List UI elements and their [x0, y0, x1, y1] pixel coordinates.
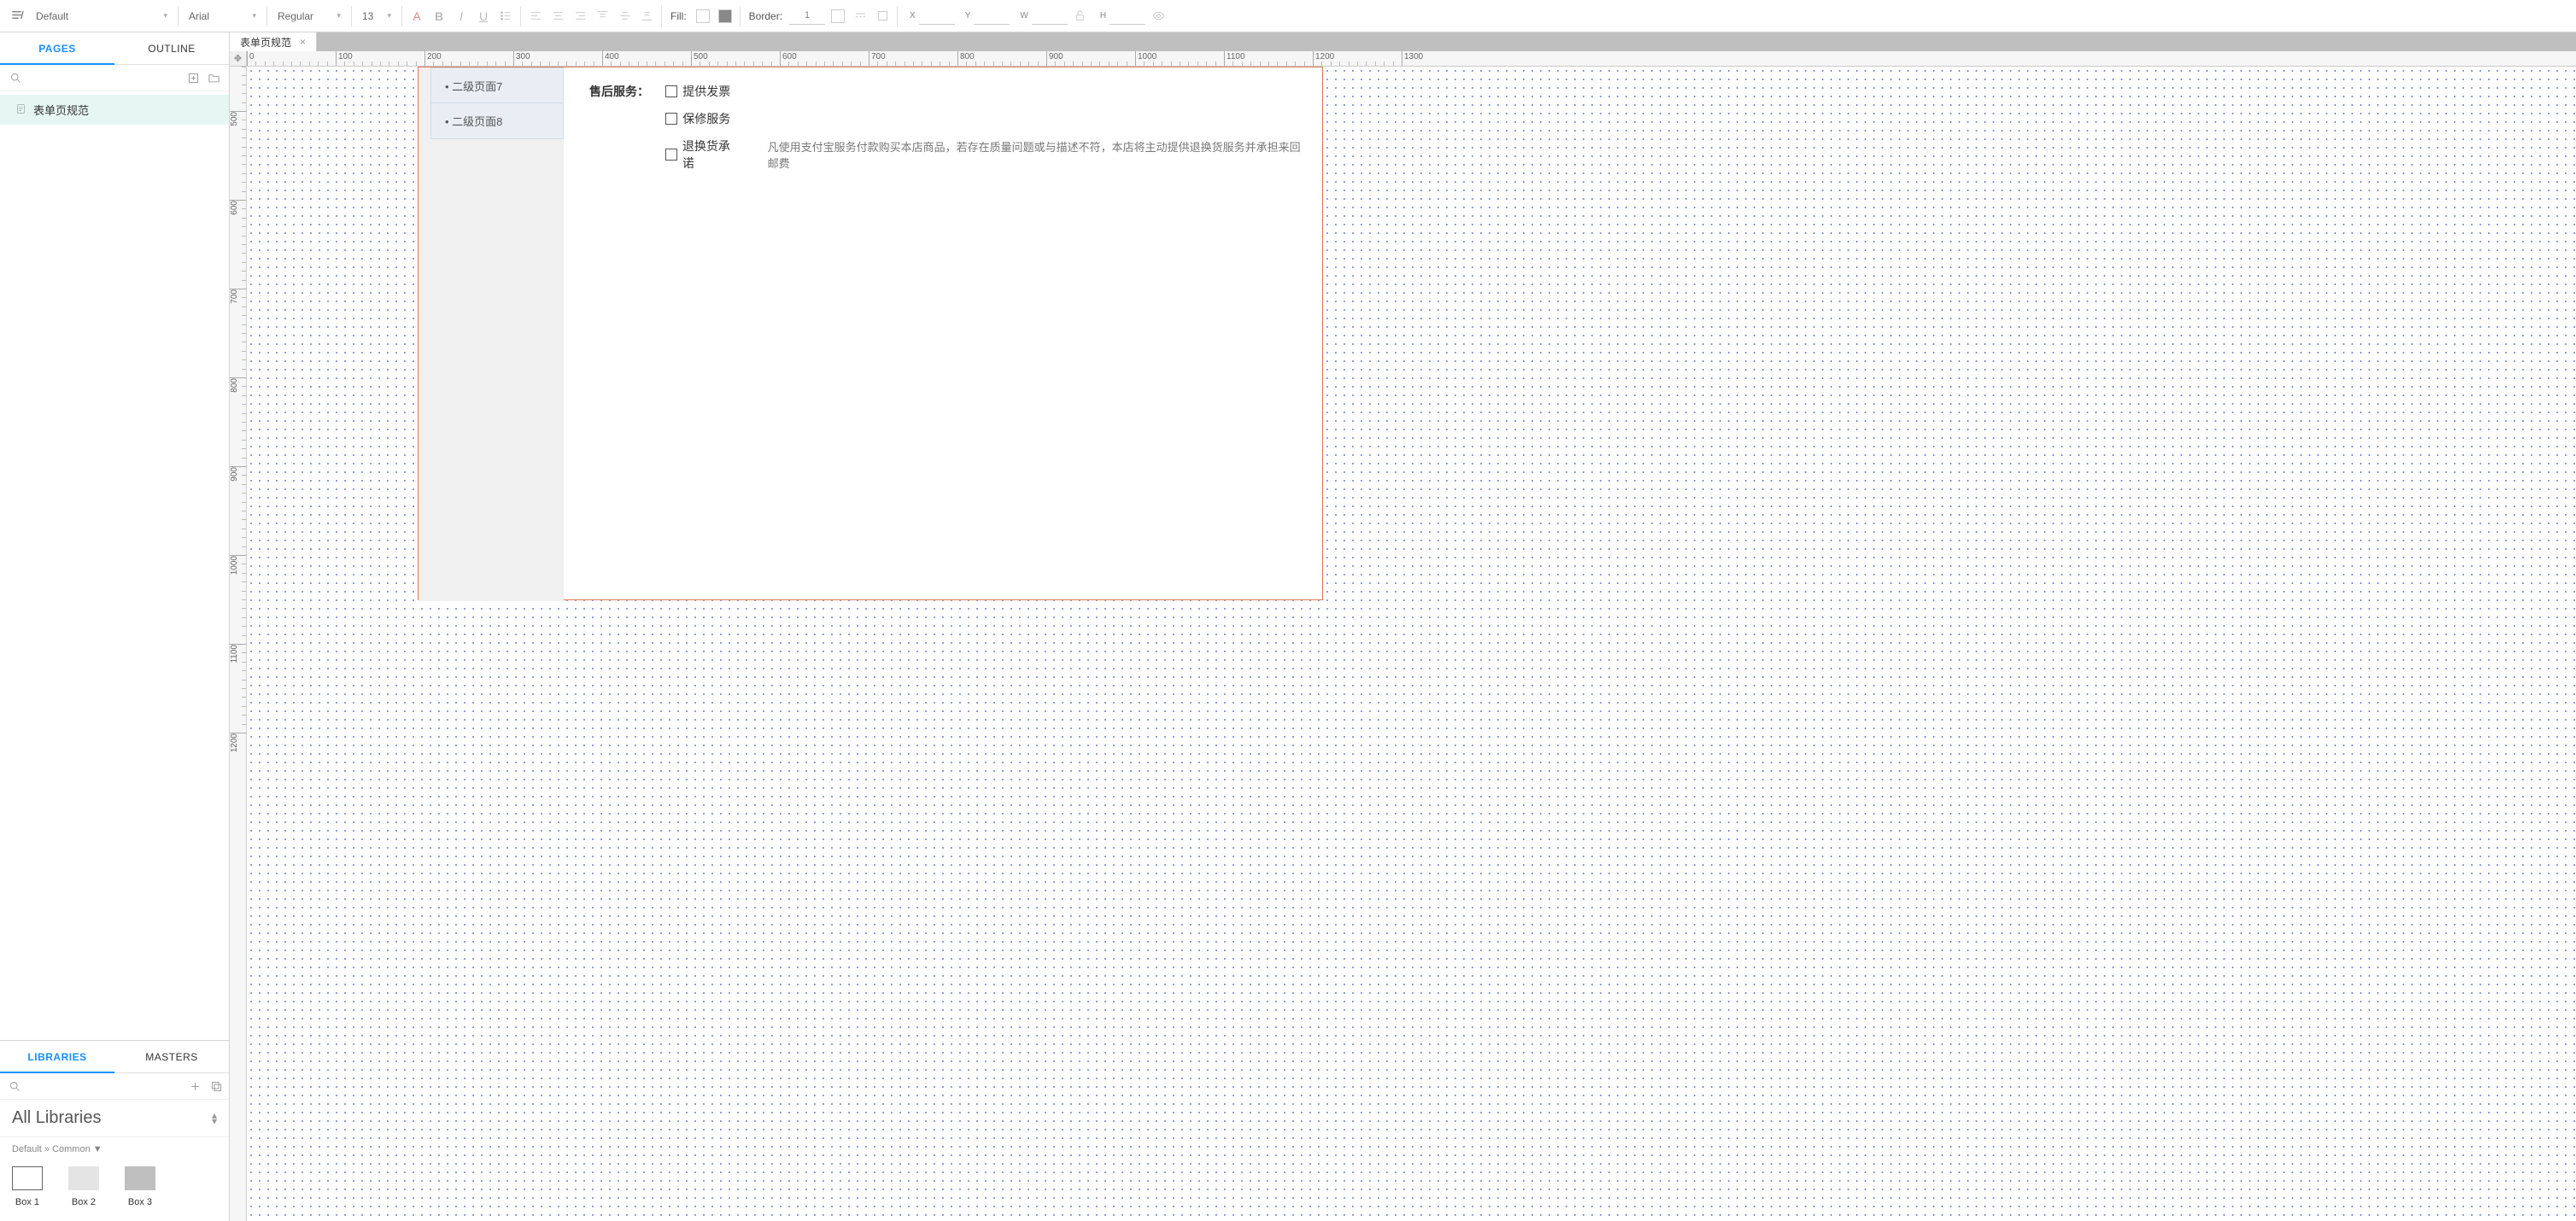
- w-label: W: [1020, 11, 1027, 20]
- checkbox[interactable]: [665, 113, 677, 125]
- checkbox-row: 退换货承诺凡使用支付宝服务付款购买本店商品，若存在质量问题或与描述不符，本店将主…: [665, 137, 1305, 172]
- align-center-icon[interactable]: [547, 5, 569, 27]
- border-sides-icon[interactable]: [871, 5, 893, 27]
- stepper-icon: ▴▾: [212, 1113, 217, 1125]
- valign-middle-icon[interactable]: [613, 5, 635, 27]
- weight-value: Regular: [278, 10, 313, 22]
- ruler-origin-icon[interactable]: ✥: [230, 51, 247, 67]
- library-item[interactable]: Box 3: [125, 1166, 155, 1207]
- duplicate-icon[interactable]: [210, 1078, 223, 1094]
- tab-outline[interactable]: OUTLINE: [114, 32, 229, 65]
- bold-icon[interactable]: B: [428, 5, 450, 27]
- widget-shape: [68, 1166, 99, 1190]
- document-tab[interactable]: 表单页规范 ×: [230, 32, 317, 51]
- x-input[interactable]: [919, 8, 955, 25]
- document-tabs: 表单页规范 ×: [230, 32, 2576, 51]
- italic-icon[interactable]: I: [450, 5, 472, 27]
- size-value: 13: [362, 10, 373, 22]
- libraries-search-input[interactable]: [30, 1080, 180, 1093]
- border-style-icon[interactable]: [849, 5, 871, 27]
- add-library-icon[interactable]: [189, 1078, 202, 1094]
- pages-list: 表单页规范: [0, 91, 229, 1040]
- add-folder-icon[interactable]: [207, 70, 220, 85]
- checkbox-label: 退换货承诺: [682, 137, 741, 172]
- checkbox-label: 保修服务: [682, 110, 730, 127]
- library-path[interactable]: Default » Common ▼: [0, 1137, 229, 1158]
- bullet-list-icon[interactable]: [495, 5, 517, 27]
- left-sidebar: PAGES OUTLINE 表单页规范 LIBRARIES MASTERS: [0, 32, 230, 1221]
- tab-masters[interactable]: MASTERS: [114, 1041, 229, 1073]
- checkbox[interactable]: [665, 149, 677, 161]
- font-dropdown[interactable]: Arial ▾: [182, 5, 263, 27]
- widget-shape: [12, 1166, 43, 1190]
- fill-color-swatch[interactable]: [714, 5, 736, 27]
- library-selector[interactable]: All Libraries ▴▾: [0, 1100, 229, 1137]
- y-label: Y: [965, 11, 971, 20]
- nav-item[interactable]: • 二级页面8: [430, 103, 564, 139]
- add-page-icon[interactable]: [186, 70, 200, 85]
- library-title: All Libraries: [12, 1108, 101, 1128]
- weight-dropdown[interactable]: Regular ▾: [271, 5, 348, 27]
- form-field-label: 售后服务：: [589, 83, 665, 100]
- page-item[interactable]: 表单页规范: [0, 95, 229, 125]
- library-item[interactable]: Box 1: [12, 1166, 43, 1207]
- ruler-horizontal[interactable]: 0100200300400500600700800900100011001200…: [247, 51, 2576, 67]
- ruler-vertical[interactable]: 500600700800900100011001200: [230, 67, 247, 1221]
- widget-label: Box 1: [15, 1197, 39, 1207]
- border-color-icon[interactable]: [827, 5, 849, 27]
- canvas-area: 表单页规范 × ✥ 010020030040050060070080090010…: [230, 32, 2576, 1221]
- align-right-icon[interactable]: [569, 5, 591, 27]
- size-dropdown[interactable]: 13 ▾: [355, 5, 398, 27]
- library-item[interactable]: Box 2: [68, 1166, 99, 1207]
- page-name: 表单页规范: [33, 102, 89, 118]
- tab-pages[interactable]: PAGES: [0, 32, 114, 65]
- underline-icon[interactable]: U: [472, 5, 495, 27]
- nav-item[interactable]: • 二级页面7: [430, 67, 564, 103]
- tab-libraries[interactable]: LIBRARIES: [0, 1041, 114, 1073]
- style-dropdown[interactable]: Default ▾: [29, 5, 174, 27]
- fill-none-swatch[interactable]: [692, 5, 714, 27]
- valign-top-icon[interactable]: [591, 5, 613, 27]
- align-left-icon[interactable]: [524, 5, 547, 27]
- checkbox-label: 提供发票: [682, 83, 730, 100]
- close-icon[interactable]: ×: [300, 36, 306, 48]
- chevron-down-icon: ▾: [328, 11, 341, 20]
- top-toolbar: Default ▾ Arial ▾ Regular ▾ 13 ▾ A B I U: [0, 0, 2576, 32]
- w-input[interactable]: [1032, 8, 1068, 25]
- libraries-panel: LIBRARIES MASTERS All Libraries ▴▾ Defau…: [0, 1040, 229, 1221]
- widget-label: Box 3: [128, 1197, 152, 1207]
- pages-search-input[interactable]: [29, 72, 179, 85]
- checkbox[interactable]: [665, 85, 677, 97]
- checkbox-row: 提供发票: [665, 83, 1305, 100]
- valign-bottom-icon[interactable]: [635, 5, 658, 27]
- canvas[interactable]: • 二级页面7• 二级页面8 售后服务： 提供发票保修服务退换货承诺凡使用支付宝…: [247, 67, 2576, 1221]
- search-icon[interactable]: [9, 1078, 21, 1094]
- h-input[interactable]: [1109, 8, 1145, 25]
- app-logo-icon[interactable]: [7, 5, 29, 27]
- lock-aspect-icon[interactable]: [1069, 5, 1092, 27]
- chevron-down-icon: ▾: [243, 11, 256, 20]
- x-label: X: [910, 11, 916, 20]
- document-tab-label: 表单页规范: [240, 35, 291, 50]
- search-icon[interactable]: [9, 70, 22, 85]
- style-value: Default: [36, 10, 68, 22]
- h-label: H: [1100, 11, 1106, 20]
- checkbox-description: 凡使用支付宝服务付款购买本店商品，若存在质量问题或与描述不符，本店将主动提供退换…: [768, 138, 1305, 171]
- chevron-down-icon: ▾: [378, 11, 391, 20]
- widget-shape: [125, 1166, 155, 1190]
- border-label: Border:: [744, 10, 787, 22]
- border-width-input[interactable]: [789, 8, 825, 25]
- page-icon: [15, 103, 26, 117]
- checkbox-row: 保修服务: [665, 110, 1305, 127]
- text-color-icon[interactable]: A: [406, 5, 428, 27]
- fill-label: Fill:: [665, 10, 692, 22]
- chevron-down-icon: ▾: [155, 11, 167, 20]
- y-input[interactable]: [974, 8, 1010, 25]
- artboard[interactable]: • 二级页面7• 二级页面8 售后服务： 提供发票保修服务退换货承诺凡使用支付宝…: [418, 67, 1323, 600]
- artboard-sidebar-bg: [419, 67, 564, 601]
- font-value: Arial: [189, 10, 209, 22]
- widget-label: Box 2: [72, 1197, 96, 1207]
- visibility-icon[interactable]: [1147, 5, 1169, 27]
